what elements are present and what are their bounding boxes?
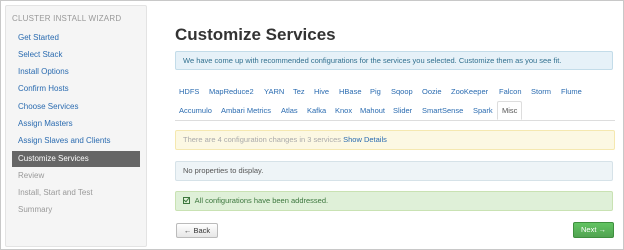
sidebar-item-choose-services[interactable]: Choose Services [12, 99, 140, 115]
back-button[interactable]: ← Back [176, 223, 218, 238]
tab-kafka[interactable]: Kafka [305, 102, 328, 120]
sidebar-item-get-started[interactable]: Get Started [12, 30, 140, 46]
tab-knox[interactable]: Knox [333, 102, 354, 120]
success-text: All configurations have been addressed. [194, 196, 329, 205]
sidebar-item-assign-masters[interactable]: Assign Masters [12, 116, 140, 132]
sidebar-item-summary: Summary [18, 205, 53, 214]
tab-sqoop[interactable]: Sqoop [389, 83, 415, 101]
sidebar-item-select-stack[interactable]: Select Stack [12, 47, 140, 63]
tab-zookeeper[interactable]: ZooKeeper [449, 83, 490, 101]
sidebar-item-customize-services[interactable]: Customize Services [12, 151, 140, 167]
tab-oozie[interactable]: Oozie [420, 83, 444, 101]
success-alert: All configurations have been addressed. [175, 191, 613, 211]
info-alert: We have come up with recommended configu… [175, 51, 613, 70]
tab-accumulo[interactable]: Accumulo [177, 102, 214, 120]
page-title: Customize Services [175, 25, 336, 44]
tab-smartsense[interactable]: SmartSense [420, 102, 465, 120]
next-button[interactable]: Next → [573, 222, 614, 238]
sidebar-item-confirm-hosts[interactable]: Confirm Hosts [12, 81, 140, 97]
sidebar-title: CLUSTER INSTALL WIZARD [12, 14, 122, 23]
tab-spark[interactable]: Spark [471, 102, 495, 120]
tab-hbase[interactable]: HBase [337, 83, 364, 101]
tab-mahout[interactable]: Mahout [358, 102, 387, 120]
empty-properties-message: No properties to display. [175, 161, 613, 181]
sidebar-item-assign-slaves[interactable]: Assign Slaves and Clients [12, 133, 140, 149]
main-panel: Customize Services We have come up with … [161, 1, 621, 250]
config-changes-alert: There are 4 configuration changes in 3 s… [175, 130, 615, 150]
sidebar-item-install-start-test: Install, Start and Test [18, 188, 93, 197]
config-changes-text: There are 4 configuration changes in 3 s… [183, 135, 342, 144]
tab-mapreduce2[interactable]: MapReduce2 [207, 83, 256, 101]
tab-flume[interactable]: Flume [559, 83, 584, 101]
tab-falcon[interactable]: Falcon [497, 83, 524, 101]
show-details-link[interactable]: Show Details [343, 135, 387, 144]
tab-misc[interactable]: Misc [497, 101, 523, 120]
service-tabs: HDFS MapReduce2 YARN Tez Hive HBase Pig … [175, 81, 615, 121]
tab-pig[interactable]: Pig [368, 83, 383, 101]
tab-hive[interactable]: Hive [312, 83, 331, 101]
tab-ambari-metrics[interactable]: Ambari Metrics [219, 102, 273, 120]
wizard-sidebar: CLUSTER INSTALL WIZARD Get Started Selec… [5, 5, 147, 247]
check-square-icon [183, 197, 190, 204]
sidebar-item-install-options[interactable]: Install Options [12, 64, 140, 80]
tab-yarn[interactable]: YARN [262, 83, 286, 101]
app-window: CLUSTER INSTALL WIZARD Get Started Selec… [0, 0, 624, 250]
tab-tez[interactable]: Tez [291, 83, 307, 101]
sidebar-item-review: Review [18, 171, 45, 180]
tab-atlas[interactable]: Atlas [279, 102, 300, 120]
tab-hdfs[interactable]: HDFS [177, 83, 201, 101]
tab-storm[interactable]: Storm [529, 83, 553, 101]
tab-slider[interactable]: Slider [391, 102, 414, 120]
